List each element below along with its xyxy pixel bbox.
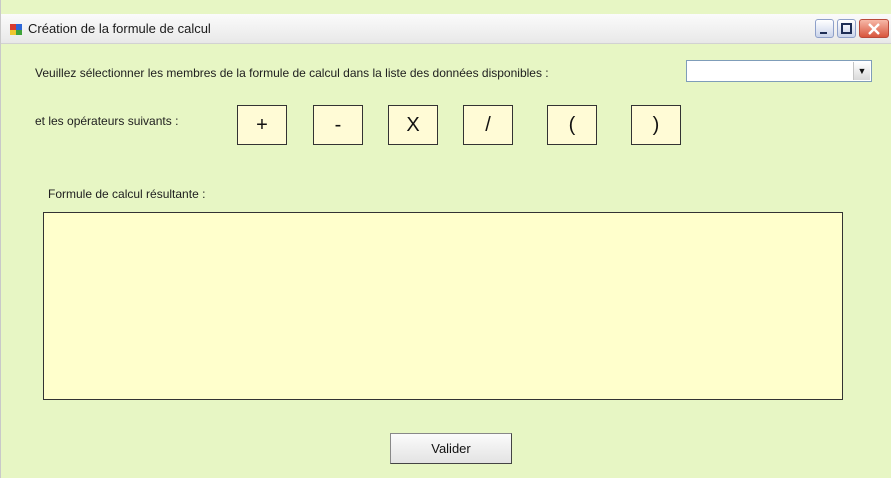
result-label: Formule de calcul résultante : [48, 187, 206, 201]
window-title: Création de la formule de calcul [28, 21, 211, 36]
minimize-icon [820, 32, 827, 34]
maximize-button[interactable] [837, 19, 856, 38]
close-button[interactable] [859, 19, 889, 38]
operator-minus-button[interactable]: - [313, 105, 363, 145]
close-icon [868, 23, 880, 35]
data-members-dropdown[interactable]: ▼ [686, 60, 872, 82]
close-parenthesis-button[interactable]: ) [631, 105, 681, 145]
operator-plus-button[interactable]: + [237, 105, 287, 145]
minimize-button[interactable] [815, 19, 834, 38]
operators-label: et les opérateurs suivants : [35, 114, 179, 128]
operator-multiply-button[interactable]: X [388, 105, 438, 145]
title-bar[interactable]: Création de la formule de calcul [1, 14, 891, 44]
select-members-label: Veuillez sélectionner les membres de la … [35, 66, 549, 80]
formula-result-box[interactable] [43, 212, 843, 400]
operator-divide-button[interactable]: / [463, 105, 513, 145]
open-parenthesis-button[interactable]: ( [547, 105, 597, 145]
formula-window: Création de la formule de calcul Veuille… [0, 0, 891, 478]
app-icon [10, 24, 22, 35]
maximize-icon [841, 23, 852, 34]
validate-button[interactable]: Valider [390, 433, 512, 464]
chevron-down-icon[interactable]: ▼ [853, 62, 870, 80]
